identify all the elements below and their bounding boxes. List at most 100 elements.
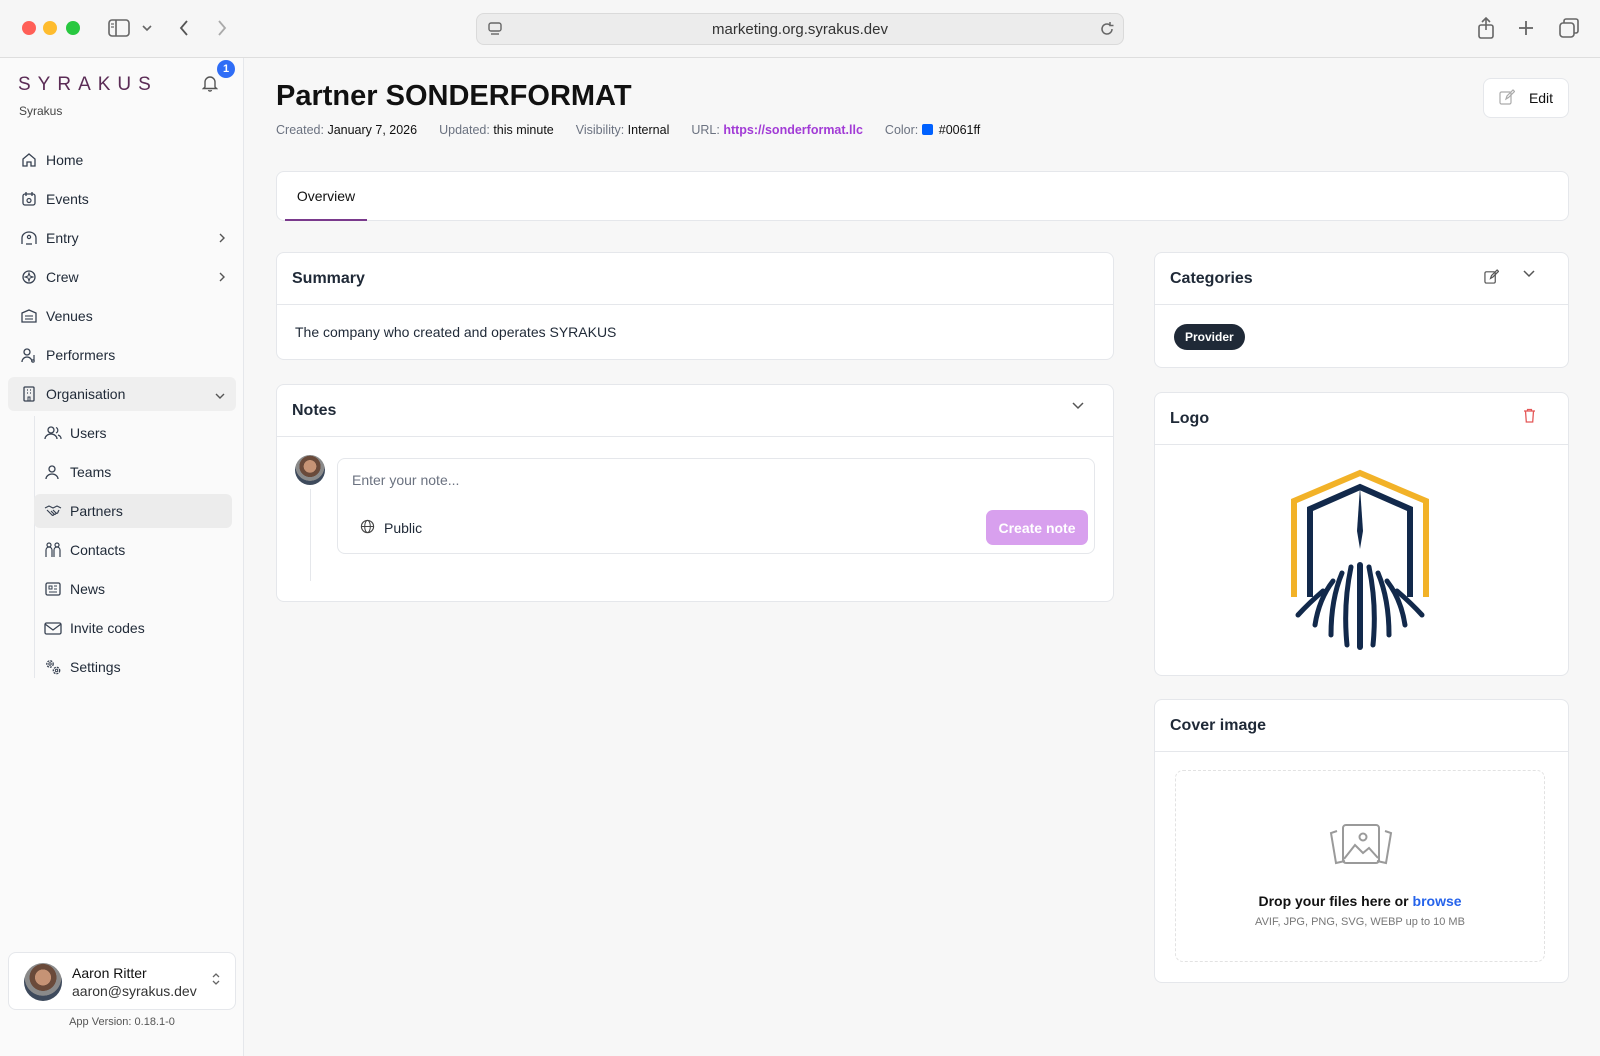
notes-header: Notes [277,385,1113,437]
sidebar-item-organisation[interactable]: Organisation [8,377,236,411]
sidebar-item-home[interactable]: Home [8,143,236,177]
create-note-button[interactable]: Create note [986,510,1088,545]
notification-badge: 1 [217,60,235,78]
sidebar-item-label: Events [46,191,89,207]
summary-text: The company who created and operates SYR… [295,324,617,340]
close-window-button[interactable] [22,21,36,35]
user-menu[interactable]: Aaron Ritter aaron@syrakus.dev [8,952,236,1010]
summary-card: Summary The company who created and oper… [276,252,1114,360]
sidebar-item-label: Invite codes [70,620,145,636]
categories-card: Categories Provider [1154,252,1569,368]
edit-button[interactable]: Edit [1483,78,1569,118]
dropzone-label: Drop your files here or [1258,893,1409,909]
user-name: Aaron Ritter [72,965,147,981]
meta-url-label: URL: [691,123,720,137]
sidebar-item-label: Organisation [46,386,126,402]
crew-icon [20,268,38,286]
summary-title: Summary [277,253,1113,305]
address-bar[interactable]: marketing.org.syrakus.dev [476,13,1124,45]
chevron-down-icon[interactable] [1071,401,1085,411]
chevron-up-down-icon [211,971,221,992]
logo-header: Logo [1155,393,1568,445]
sidebar-item-settings[interactable]: Settings [34,650,232,684]
tab-overview-icon[interactable] [1558,18,1580,38]
entry-icon [20,229,38,247]
sidebar-item-label: Venues [46,308,93,324]
trash-icon[interactable] [1523,408,1536,423]
meta-created-value: January 7, 2026 [327,123,418,137]
forward-icon[interactable] [214,18,230,38]
sidebar-item-users[interactable]: Users [34,416,232,450]
reload-icon[interactable] [1099,21,1115,41]
share-icon[interactable] [1476,16,1496,40]
bell-icon[interactable] [201,74,222,94]
meta-created-label: Created: [276,123,324,137]
sidebar-item-label: Home [46,152,84,168]
envelope-icon [44,619,62,637]
sidebar-item-invite-codes[interactable]: Invite codes [34,611,232,645]
logo-card: Logo [1154,392,1569,676]
meta-updated: Updated: this minute [439,123,554,137]
notes-title: Notes [292,401,337,419]
timeline-line [310,489,311,581]
edit-icon [1499,88,1516,108]
dropzone-hint: AVIF, JPG, PNG, SVG, WEBP up to 10 MB [1255,916,1465,928]
gear-icon [44,658,62,676]
sidebar-item-label: Entry [46,230,79,246]
meta-color-label: Color: [884,123,919,137]
sidebar-item-crew[interactable]: Crew [8,260,236,294]
sidebar-item-label: Teams [70,464,112,480]
sidebar-item-contacts[interactable]: Contacts [34,533,232,567]
edit-icon[interactable] [1484,269,1499,284]
cover-image-card: Cover image Drop your files here or brow… [1154,699,1569,983]
note-input[interactable] [352,469,1052,491]
meta-updated-value: this minute [493,123,554,137]
meta-color-value: #0061ff [938,123,981,137]
meta-visibility-label: Visibility: [575,123,625,137]
sidebar-toggle-icon[interactable] [108,18,130,38]
calendar-icon [20,190,38,208]
sidebar-item-events[interactable]: Events [8,182,236,216]
venue-icon [20,307,38,325]
chevron-down-icon[interactable] [141,22,153,34]
app-version: App Version: 0.18.1-0 [69,1016,175,1028]
sidebar-item-news[interactable]: News [34,572,232,606]
minimize-window-button[interactable] [43,21,57,35]
note-visibility-selector[interactable]: Public [360,519,422,537]
chevron-down-icon [214,387,226,403]
tab-overview[interactable]: Overview [285,172,367,221]
site-settings-icon[interactable] [487,21,503,41]
sidebar-item-teams[interactable]: Teams [34,455,232,489]
meta-created: Created: January 7, 2026 [276,123,417,137]
image-upload-icon [1327,823,1395,872]
browse-link[interactable]: browse [1413,893,1462,909]
new-tab-icon[interactable] [1516,18,1536,38]
sidebar-item-label: Settings [70,659,121,675]
brand-logo[interactable]: SYRAKUS [18,74,158,96]
sidebar-item-entry[interactable]: Entry [8,221,236,255]
sidebar-item-performers[interactable]: Performers [8,338,236,372]
performer-icon [20,346,38,364]
globe-icon [360,519,375,537]
file-dropzone[interactable]: Drop your files here or browse AVIF, JPG… [1175,770,1545,962]
users-icon [44,424,62,442]
chevron-down-icon[interactable] [1522,269,1536,279]
page-title: Partner SONDERFORMAT [276,80,632,112]
sidebar-item-label: Contacts [70,542,126,558]
meta-url: URL: https://sonderformat.llc [691,123,863,137]
teams-icon [44,463,62,481]
back-icon[interactable] [176,18,192,38]
category-chip[interactable]: Provider [1174,324,1245,350]
edit-label: Edit [1528,90,1554,106]
meta-color: Color: #0061ff [885,123,980,137]
url-text: marketing.org.syrakus.dev [712,20,888,38]
logo-title: Logo [1170,409,1210,427]
tab-bar: Overview [276,171,1569,221]
zoom-window-button[interactable] [66,21,80,35]
sidebar: SYRAKUS Syrakus 1 Home Events Entry Crew… [0,58,244,1056]
sidebar-item-venues[interactable]: Venues [8,299,236,333]
color-swatch [921,124,933,135]
note-composer: Public Create note [337,458,1095,554]
partner-url-link[interactable]: https://sonderformat.llc [723,123,863,137]
sidebar-item-partners[interactable]: Partners [34,494,232,528]
